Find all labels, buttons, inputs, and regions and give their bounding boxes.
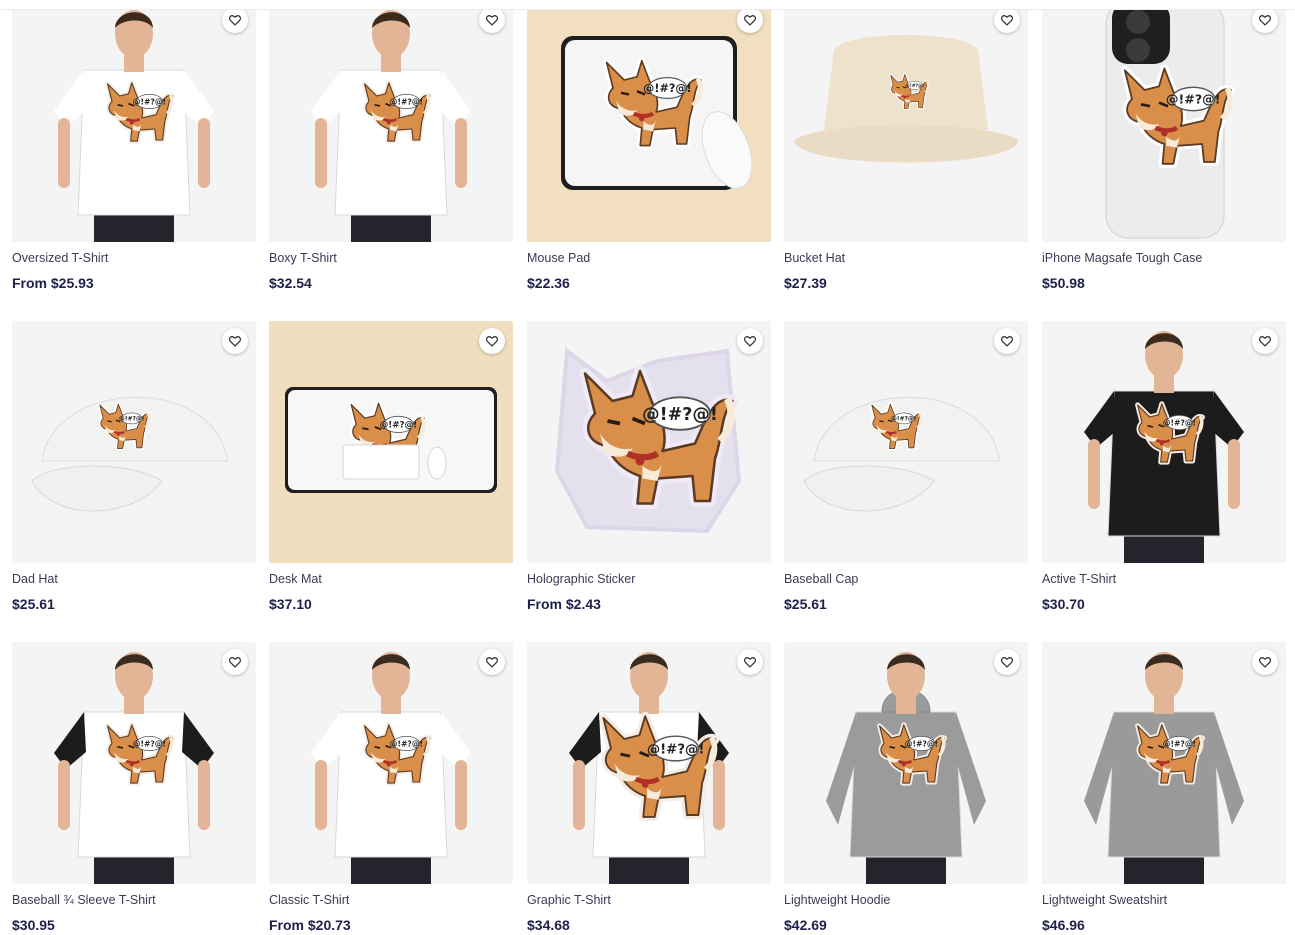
product-price: $46.96	[1042, 917, 1085, 933]
product-title[interactable]: Mouse Pad	[527, 251, 771, 265]
product-title[interactable]: Classic T-Shirt	[269, 893, 513, 907]
bucket-hat-image: @!#?@!	[794, 35, 1018, 163]
svg-text:@!#?@!: @!#?@!	[380, 421, 418, 431]
product-grid: @!#?@! Oversized T-Shirt From $25.93 @!#…	[0, 0, 1295, 935]
product-image[interactable]: @!#?@!	[269, 642, 513, 884]
baseball-cap-image: @!#?@!	[803, 396, 1001, 512]
favorite-heart-icon[interactable]	[479, 649, 505, 675]
product-price: From $20.73	[269, 917, 351, 933]
mouse-pad-image: @!#?@!	[527, 0, 771, 242]
lightweight-hoodie-model-image: @!#?@!	[826, 652, 986, 884]
dad-hat-image: @!#?@!	[31, 396, 229, 512]
product-image[interactable]: @!#?@!	[1042, 321, 1286, 563]
product-title[interactable]: Lightweight Hoodie	[784, 893, 1028, 907]
favorite-heart-icon[interactable]	[737, 328, 763, 354]
svg-text:@!#?@!: @!#?@!	[642, 405, 718, 425]
svg-text:@!#?@!: @!#?@!	[390, 739, 423, 748]
product-price: $50.98	[1042, 275, 1085, 291]
svg-text:@!#?@!: @!#?@!	[1166, 92, 1221, 107]
desk-mat-image: @!#?@!	[269, 321, 513, 563]
favorite-heart-icon[interactable]	[994, 328, 1020, 354]
svg-text:@!#?@!: @!#?@!	[133, 739, 166, 748]
favorite-heart-icon[interactable]	[479, 7, 505, 33]
product-title[interactable]: Baseball Cap	[784, 572, 1028, 586]
product-image[interactable]: @!#?@!	[527, 321, 771, 563]
product-title[interactable]: Desk Mat	[269, 572, 513, 586]
product-price: $25.61	[12, 596, 55, 612]
product-title[interactable]: Baseball ¾ Sleeve T-Shirt	[12, 893, 256, 907]
product-title[interactable]: Dad Hat	[12, 572, 256, 586]
top-divider	[0, 0, 1295, 10]
favorite-heart-icon[interactable]	[737, 7, 763, 33]
product-price: From $2.43	[527, 596, 601, 612]
product-price: From $25.93	[12, 275, 94, 291]
graphic-tshirt-model-image: @!#?@!	[569, 652, 729, 884]
product-image[interactable]: @!#?@!	[12, 321, 256, 563]
product-title[interactable]: Graphic T-Shirt	[527, 893, 771, 907]
product-image[interactable]: @!#?@!	[527, 642, 771, 884]
product-image[interactable]: @!#?@!	[784, 642, 1028, 884]
favorite-heart-icon[interactable]	[1252, 7, 1278, 33]
product-image[interactable]: @!#?@!	[1042, 0, 1286, 242]
product-price: $34.68	[527, 917, 570, 933]
product-price: $22.36	[527, 275, 570, 291]
favorite-heart-icon[interactable]	[1252, 328, 1278, 354]
svg-text:@!#?@!: @!#?@!	[647, 742, 705, 757]
product-image[interactable]: @!#?@!	[12, 642, 256, 884]
classic-tshirt-model-image: @!#?@!	[311, 652, 471, 884]
svg-text:@!#?@!: @!#?@!	[133, 97, 166, 106]
product-title[interactable]: Bucket Hat	[784, 251, 1028, 265]
phone-case-image: @!#?@!	[1105, 1, 1236, 239]
favorite-heart-icon[interactable]	[479, 328, 505, 354]
svg-text:@!#?@!: @!#?@!	[643, 82, 691, 95]
svg-text:@!#?@!: @!#?@!	[390, 97, 423, 106]
product-image[interactable]: @!#?@!	[784, 0, 1028, 242]
product-image[interactable]: @!#?@!	[527, 0, 771, 242]
product-image[interactable]: @!#?@!	[1042, 642, 1286, 884]
active-tshirt-model-image: @!#?@!	[1084, 331, 1244, 563]
product-title[interactable]: iPhone Magsafe Tough Case	[1042, 251, 1286, 265]
baseball-sleeve-model-image: @!#?@!	[54, 652, 214, 884]
product-image[interactable]: @!#?@!	[269, 321, 513, 563]
product-image[interactable]: @!#?@!	[269, 0, 513, 242]
product-price: $27.39	[784, 275, 827, 291]
product-title[interactable]: Boxy T-Shirt	[269, 251, 513, 265]
svg-text:@!#?@!: @!#?@!	[905, 83, 924, 89]
product-price: $30.95	[12, 917, 55, 933]
svg-text:@!#?@!: @!#?@!	[1163, 739, 1196, 748]
svg-text:@!#?@!: @!#?@!	[891, 417, 916, 423]
favorite-heart-icon[interactable]	[1252, 649, 1278, 675]
svg-text:@!#?@!: @!#?@!	[905, 739, 938, 748]
favorite-heart-icon[interactable]	[222, 328, 248, 354]
product-price: $42.69	[784, 917, 827, 933]
product-title[interactable]: Holographic Sticker	[527, 572, 771, 586]
favorite-heart-icon[interactable]	[222, 649, 248, 675]
product-price: $30.70	[1042, 596, 1085, 612]
favorite-heart-icon[interactable]	[994, 7, 1020, 33]
product-image[interactable]: @!#?@!	[12, 0, 256, 242]
product-image[interactable]: @!#?@!	[784, 321, 1028, 563]
svg-text:@!#?@!: @!#?@!	[1163, 418, 1196, 427]
holographic-sticker-image: @!#?@!	[554, 347, 742, 534]
product-title[interactable]: Active T-Shirt	[1042, 572, 1286, 586]
product-title[interactable]: Oversized T-Shirt	[12, 251, 256, 265]
favorite-heart-icon[interactable]	[737, 649, 763, 675]
oversized-tshirt-model-image: @!#?@!	[54, 10, 214, 242]
favorite-heart-icon[interactable]	[222, 7, 248, 33]
product-price: $37.10	[269, 596, 312, 612]
lightweight-sweatshirt-model-image: @!#?@!	[1084, 652, 1244, 884]
product-title[interactable]: Lightweight Sweatshirt	[1042, 893, 1286, 907]
product-price: $25.61	[784, 596, 827, 612]
boxy-tshirt-model-image: @!#?@!	[311, 10, 471, 242]
svg-text:@!#?@!: @!#?@!	[119, 417, 144, 423]
favorite-heart-icon[interactable]	[994, 649, 1020, 675]
product-price: $32.54	[269, 275, 312, 291]
